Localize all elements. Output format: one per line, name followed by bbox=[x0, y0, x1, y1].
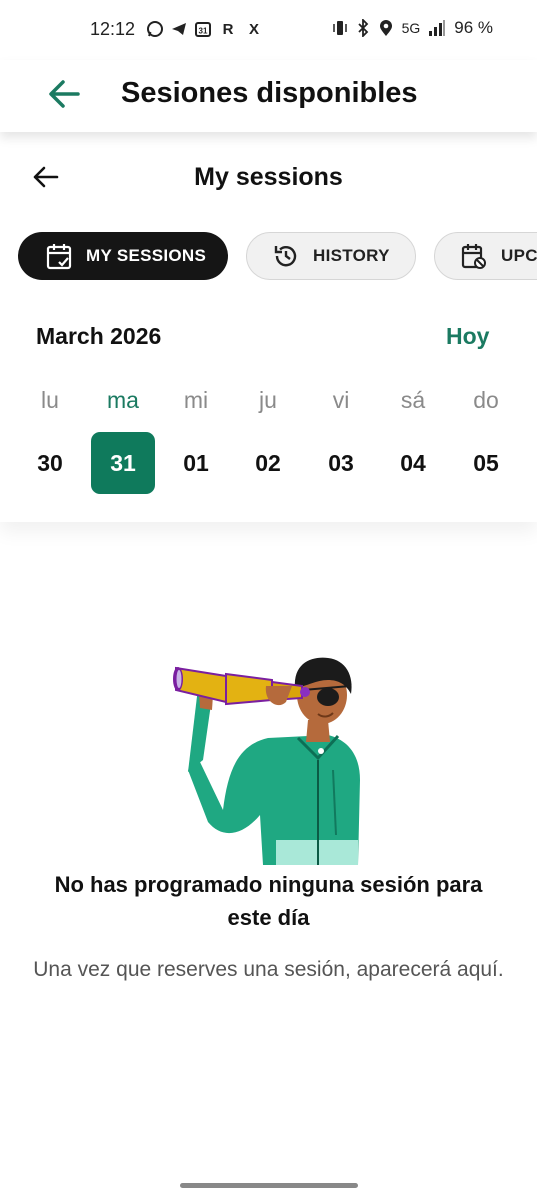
home-indicator[interactable] bbox=[180, 1183, 358, 1188]
telescope-person-illustration bbox=[173, 657, 360, 865]
day-name-ma: ma bbox=[107, 387, 139, 413]
tab-my-sessions[interactable]: MY SESSIONS bbox=[18, 232, 228, 280]
calendar-cancel-icon bbox=[461, 244, 486, 269]
today-button[interactable]: Hoy bbox=[446, 321, 489, 351]
day-30[interactable]: 30 bbox=[18, 432, 82, 494]
tab-history[interactable]: HISTORY bbox=[246, 232, 416, 280]
vibrate-icon bbox=[332, 21, 347, 35]
svg-text:31: 31 bbox=[199, 27, 208, 36]
day-03[interactable]: 03 bbox=[309, 432, 373, 494]
page-title: My sessions bbox=[194, 163, 343, 191]
app-bar: Sesiones disponibles bbox=[0, 60, 537, 132]
day-name-mi: mi bbox=[183, 387, 209, 413]
day-name-do: do bbox=[473, 387, 499, 413]
day-02[interactable]: 02 bbox=[236, 432, 300, 494]
signal-icon bbox=[429, 20, 446, 36]
calendar-check-icon bbox=[46, 244, 72, 270]
x-app-icon: X bbox=[248, 20, 259, 38]
tab-upcoming-label: UPCOMING bbox=[501, 246, 537, 265]
day-name-ju: ju bbox=[259, 387, 277, 413]
tab-my-sessions-label: MY SESSIONS bbox=[86, 246, 207, 265]
calendar-31-icon: 31 bbox=[195, 22, 211, 37]
empty-state-subtitle: Una vez que reserves una sesión, aparece… bbox=[33, 958, 504, 981]
battery-level: 96 % bbox=[454, 18, 493, 37]
sessions-panel: My sessions MY SESSIONS HISTORY UPC Marc… bbox=[0, 132, 537, 522]
r-app-icon: R bbox=[222, 20, 234, 38]
session-tabs: MY SESSIONS HISTORY UPCOMING bbox=[18, 232, 537, 282]
day-31-selected[interactable]: 31 bbox=[91, 432, 155, 494]
day-01[interactable]: 01 bbox=[164, 432, 228, 494]
location-icon bbox=[379, 20, 392, 36]
telegram-icon bbox=[172, 23, 186, 35]
status-system-icons: 5G 96 % bbox=[332, 18, 493, 38]
calendar-month: March 2026 bbox=[36, 323, 162, 349]
tab-history-label: HISTORY bbox=[313, 246, 390, 265]
day-05[interactable]: 05 bbox=[454, 432, 518, 494]
back-arrow-icon[interactable] bbox=[44, 74, 84, 114]
app-title: Sesiones disponibles bbox=[121, 77, 418, 109]
bluetooth-icon bbox=[357, 19, 368, 37]
status-bar: 12:12 31 R X 5G 96 % bbox=[0, 0, 537, 60]
whatsapp-icon bbox=[147, 21, 163, 37]
day-04[interactable]: 04 bbox=[381, 432, 445, 494]
day-name-sa: sá bbox=[400, 387, 426, 413]
status-time: 12:12 bbox=[90, 19, 136, 39]
network-type: 5G bbox=[401, 20, 421, 36]
history-icon bbox=[274, 246, 297, 267]
empty-state-title: No has programado ninguna sesión para es… bbox=[54, 872, 483, 930]
status-app-icons: 31 R X bbox=[146, 20, 264, 38]
day-name-vi: vi bbox=[332, 387, 350, 413]
tab-upcoming[interactable]: UPCOMING bbox=[434, 232, 537, 280]
day-name-lu: lu bbox=[41, 387, 59, 413]
